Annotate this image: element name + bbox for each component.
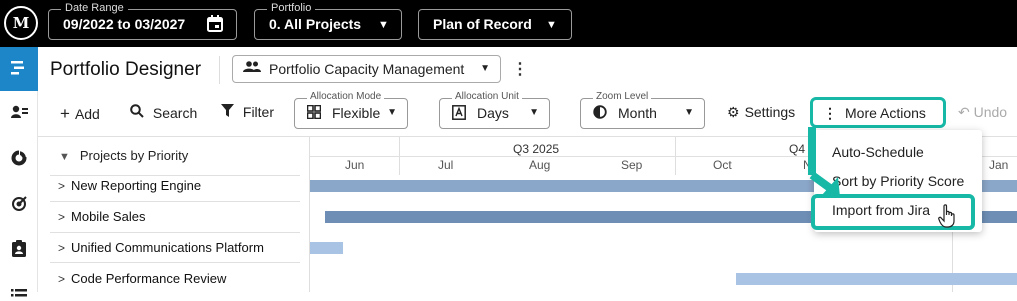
date-range-label: Date Range	[61, 2, 128, 14]
chevron-right-icon: >	[58, 272, 66, 286]
settings-button[interactable]: ⚙ Settings	[727, 104, 795, 121]
sidebar	[0, 47, 38, 297]
month-label: Sep	[621, 158, 643, 172]
menu-item-sort-by-priority[interactable]: Sort by Priority Score	[832, 173, 964, 189]
project-bar[interactable]	[736, 273, 1017, 285]
chevron-right-icon: >	[58, 210, 66, 224]
allocation-unit-label: Allocation Unit	[452, 91, 522, 102]
project-name: New Reporting Engine	[71, 178, 202, 193]
chevron-right-icon: >	[58, 179, 66, 193]
row-line	[50, 175, 300, 176]
zoom-level-select[interactable]: Zoom Level Month ▼	[580, 91, 705, 129]
filter-icon	[221, 104, 238, 120]
annotation-arrow	[808, 127, 840, 197]
chevron-down-icon: ▼	[480, 63, 490, 74]
allocation-mode-select[interactable]: Allocation Mode Flexible ▼	[294, 91, 408, 129]
zoom-level-label: Zoom Level	[593, 91, 652, 102]
page-title: Portfolio Designer	[50, 59, 202, 80]
chevron-right-icon: >	[58, 241, 66, 255]
row-line	[50, 232, 300, 233]
text-box-icon	[452, 105, 466, 123]
contrast-icon	[593, 105, 607, 122]
month-label: Jun	[345, 158, 365, 172]
zoom-level-value: Month	[618, 105, 657, 121]
sidebar-item-targets[interactable]	[0, 196, 38, 216]
undo-icon: ↶	[958, 104, 970, 120]
search-button[interactable]: Search	[130, 104, 197, 121]
row-line	[50, 201, 300, 202]
project-name: Code Performance Review	[71, 271, 227, 286]
portfolio-value: 0. All Projects	[269, 16, 362, 32]
menu-item-auto-schedule[interactable]: Auto-Schedule	[832, 144, 924, 160]
view-select-value: Portfolio Capacity Management	[269, 61, 465, 77]
list-item[interactable]: > New Reporting Engine	[58, 178, 201, 193]
donut-chart-icon	[11, 150, 27, 170]
month-label: Aug	[529, 158, 551, 172]
gear-icon: ⚙	[727, 104, 740, 120]
list-item[interactable]: > Code Performance Review	[58, 271, 226, 286]
chevron-down-icon: ▼	[684, 107, 694, 118]
allocation-mode-label: Allocation Mode	[307, 91, 385, 102]
view-select[interactable]: Portfolio Capacity Management ▼	[232, 55, 501, 83]
sidebar-item-portfolio-designer[interactable]	[0, 47, 38, 91]
header-more-icon[interactable]: ⋮	[512, 59, 528, 79]
caret-down-icon: ▼	[59, 151, 70, 163]
row-line	[50, 262, 300, 263]
plan-value: Plan of Record	[433, 16, 532, 32]
month-label: Oct	[713, 158, 732, 172]
app-logo[interactable]: M	[4, 6, 38, 40]
clipboard-user-icon	[12, 240, 26, 261]
month-label: Jul	[438, 158, 454, 172]
list-icon	[11, 284, 27, 301]
people-icon	[243, 61, 261, 76]
hand-cursor-icon	[938, 204, 955, 228]
allocation-unit-select[interactable]: Allocation Unit Days ▼	[439, 91, 550, 129]
undo-button[interactable]: ↶ Undo	[958, 104, 1007, 121]
plan-select[interactable]: Plan of Record ▼	[418, 9, 572, 40]
portfolio-label: Portfolio	[267, 2, 316, 14]
allocation-unit-value: Days	[477, 105, 509, 121]
month-label: Jan	[989, 158, 1009, 172]
more-actions-label: More Actions	[845, 105, 926, 121]
plus-icon: +	[60, 104, 70, 123]
list-header[interactable]: ▼ Projects by Priority	[59, 148, 188, 163]
kebab-icon: ⋮	[823, 105, 837, 121]
sidebar-item-list[interactable]	[0, 284, 38, 301]
search-button-label: Search	[152, 105, 198, 121]
chevron-down-icon: ▼	[387, 107, 397, 118]
top-bar: M Date Range 09/2022 to 03/2027 Portfoli…	[0, 0, 1017, 47]
add-button[interactable]: + Add	[60, 104, 100, 124]
timeline-icon	[11, 61, 24, 75]
left-panel-divider	[309, 137, 310, 292]
project-name: Mobile Sales	[71, 209, 146, 224]
quarter-label: Q3 2025	[513, 142, 560, 156]
chevron-down-icon: ▼	[529, 107, 539, 118]
header-divider	[219, 56, 220, 84]
chevron-down-icon: ▼	[546, 19, 557, 31]
filter-button-label: Filter	[242, 104, 275, 120]
sidebar-item-assignments[interactable]	[0, 240, 38, 261]
allocation-mode-value: Flexible	[332, 105, 381, 121]
filter-button[interactable]: Filter	[221, 104, 274, 120]
list-item[interactable]: > Unified Communications Platform	[58, 240, 264, 255]
project-bar[interactable]	[310, 242, 343, 254]
undo-label: Undo	[973, 104, 1008, 120]
search-icon	[130, 104, 148, 121]
calendar-icon[interactable]	[207, 15, 223, 35]
date-range-field[interactable]: Date Range 09/2022 to 03/2027	[48, 2, 237, 40]
people-list-icon	[10, 105, 28, 123]
list-header-label: Projects by Priority	[79, 148, 189, 163]
date-range-value: 09/2022 to 03/2027	[63, 16, 186, 32]
portfolio-select[interactable]: Portfolio 0. All Projects ▼	[254, 2, 402, 40]
chevron-down-icon: ▼	[378, 19, 389, 31]
settings-button-label: Settings	[744, 104, 796, 120]
sidebar-item-analytics[interactable]	[0, 150, 38, 170]
list-item[interactable]: > Mobile Sales	[58, 209, 145, 224]
sidebar-item-resources[interactable]	[0, 105, 38, 123]
more-actions-button[interactable]: ⋮ More Actions	[810, 97, 946, 128]
project-name: Unified Communications Platform	[71, 240, 264, 255]
grid-icon	[306, 104, 322, 122]
add-button-label: Add	[74, 106, 100, 122]
target-icon	[11, 196, 27, 216]
